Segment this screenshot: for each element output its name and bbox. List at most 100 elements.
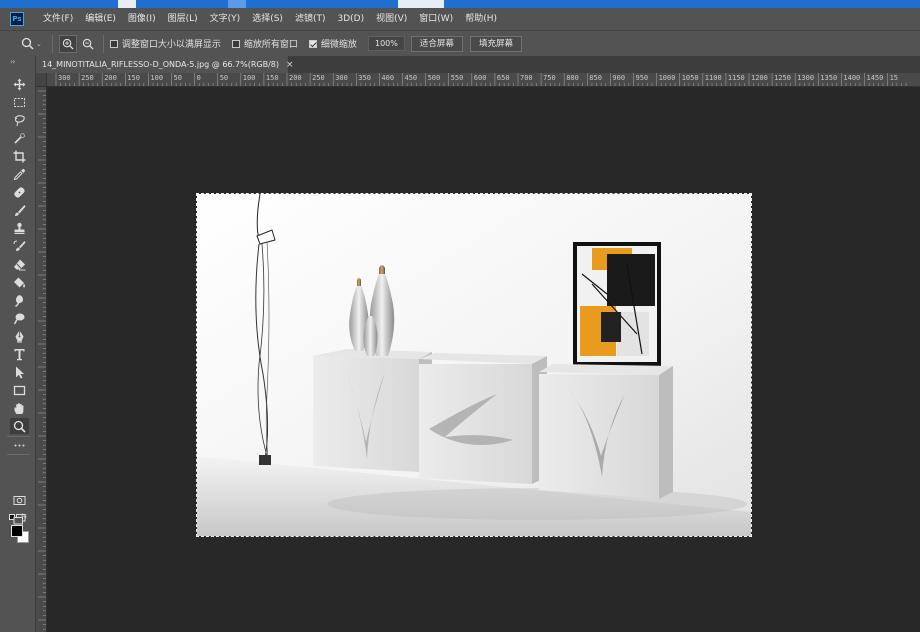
ruler-label: 1250	[774, 74, 791, 82]
fill-screen-button[interactable]: 填充屏幕	[469, 35, 522, 52]
ruler-label: 50	[173, 74, 182, 82]
resize-windows-checkbox[interactable]: 调整窗口大小以满屏显示	[109, 37, 221, 50]
foreground-color-swatch[interactable]	[11, 525, 23, 537]
fit-screen-button[interactable]: 适合屏幕	[410, 35, 463, 52]
zoom-icon[interactable]	[10, 418, 29, 434]
close-icon[interactable]: ×	[286, 60, 294, 70]
ruler-label: 1050	[681, 74, 699, 82]
crop-icon[interactable]	[10, 148, 29, 164]
ruler-label: 400	[381, 74, 395, 82]
zoom-tool-preset-icon[interactable]	[18, 35, 36, 53]
pen-icon[interactable]	[10, 328, 29, 344]
document-tab[interactable]: 14_MINOTITALIA_RIFLESSO-D_ONDA-5.jpg @ 6…	[36, 56, 294, 73]
ruler-label: 100	[242, 74, 256, 82]
brush-icon[interactable]	[10, 202, 29, 218]
taskbar-window-tab[interactable]	[398, 0, 444, 8]
desktop-taskbar-strip	[0, 0, 920, 8]
tools-panel: ›› ⇆	[0, 56, 36, 632]
panel-collapse-icon[interactable]: ››	[10, 57, 16, 66]
rectangle-icon[interactable]	[10, 382, 29, 398]
ruler-label: 1350	[820, 74, 838, 82]
path-select-icon[interactable]	[10, 364, 29, 380]
ruler-label: 850	[589, 74, 602, 82]
zoom-in-icon[interactable]	[58, 34, 77, 53]
menu-window[interactable]: 窗口(W)	[413, 8, 459, 30]
taskbar-window-tab[interactable]	[228, 0, 246, 8]
hand-icon[interactable]	[10, 400, 29, 416]
healing-brush-icon[interactable]	[10, 184, 29, 200]
ruler-label: 950	[635, 74, 649, 82]
tool-options-bar: ⌄ 调整窗口大小以满屏显示 缩放所有窗口 细微缩放 100% 适合屏幕 填充屏幕	[0, 30, 920, 56]
ruler-label: 500	[427, 74, 441, 82]
quick-select-icon[interactable]	[10, 130, 29, 146]
marquee-icon[interactable]	[10, 94, 29, 110]
menu-layer[interactable]: 图层(L)	[162, 8, 204, 30]
ruler-label: 1200	[751, 74, 768, 82]
ruler-label: 550	[450, 74, 464, 82]
menu-help[interactable]: 帮助(H)	[459, 8, 503, 30]
eyedropper-icon[interactable]	[10, 166, 29, 182]
ruler-label: 300	[58, 74, 71, 82]
ruler-label: 15	[889, 74, 899, 82]
ruler-origin[interactable]	[36, 73, 47, 87]
ruler-label: 1450	[866, 74, 884, 82]
ruler-label: 200	[104, 74, 117, 82]
menu-3d[interactable]: 3D(D)	[331, 8, 370, 30]
ruler-label: 150	[265, 74, 279, 82]
ruler-label: 450	[404, 74, 418, 82]
paint-bucket-icon[interactable]	[10, 274, 29, 290]
ruler-label: 1400	[843, 74, 861, 82]
ruler-label: 700	[520, 74, 533, 82]
horizontal-ruler[interactable]: 300 250 200 150 100 50 0 50 100 150 200 250 300 350 40…	[47, 73, 920, 87]
checkbox-box[interactable]	[231, 39, 240, 48]
dodge-icon[interactable]	[10, 310, 29, 326]
options-divider	[102, 34, 104, 53]
document-image[interactable]	[197, 194, 751, 536]
ruler-label: 50	[219, 74, 229, 82]
menu-select[interactable]: 选择(S)	[246, 8, 289, 30]
resize-windows-label: 调整窗口大小以满屏显示	[121, 40, 221, 50]
photoshop-logo: Ps	[10, 12, 24, 26]
history-brush-icon[interactable]	[10, 238, 29, 254]
menu-bar: Ps 文件(F) 编辑(E) 图像(I) 图层(L) 文字(Y) 选择(S) 滤…	[0, 8, 920, 30]
tools-divider	[7, 454, 30, 455]
type-icon[interactable]	[10, 346, 29, 362]
menu-file[interactable]: 文件(F)	[37, 8, 79, 30]
vertical-ruler[interactable]	[36, 87, 47, 632]
scrubby-zoom-checkbox[interactable]: 细微缩放	[308, 37, 357, 50]
document-tab-bar: 14_MINOTITALIA_RIFLESSO-D_ONDA-5.jpg @ 6…	[36, 56, 920, 73]
checkbox-box[interactable]	[109, 39, 118, 48]
chevron-down-icon[interactable]: ⌄	[36, 40, 42, 48]
zoom-all-windows-label: 缩放所有窗口	[243, 40, 298, 50]
menu-image[interactable]: 图像(I)	[122, 8, 162, 30]
options-divider	[51, 34, 53, 53]
ruler-label: 250	[81, 74, 94, 82]
menu-view[interactable]: 视图(V)	[370, 8, 413, 30]
eraser-icon[interactable]	[10, 256, 29, 272]
ruler-label: 350	[358, 74, 371, 82]
checkbox-box-checked[interactable]	[308, 39, 317, 48]
taskbar-window-tab[interactable]	[118, 0, 136, 8]
quick-mask-icon[interactable]	[10, 492, 29, 508]
menu-filter[interactable]: 滤镜(T)	[289, 8, 332, 30]
ruler-label: 300	[335, 74, 348, 82]
zoom-all-windows-checkbox[interactable]: 缩放所有窗口	[231, 37, 298, 50]
ruler-label: 1000	[658, 74, 676, 82]
canvas-area[interactable]	[47, 87, 920, 632]
ruler-label: 650	[496, 74, 510, 82]
move-icon[interactable]	[10, 76, 29, 92]
menu-type[interactable]: 文字(Y)	[204, 8, 247, 30]
lasso-icon[interactable]	[10, 112, 29, 128]
clone-stamp-icon[interactable]	[10, 220, 29, 236]
ruler-label: 100	[150, 74, 164, 82]
ruler-ticks	[38, 90, 46, 630]
zoom-out-icon[interactable]	[79, 35, 97, 53]
zoom-percent-field[interactable]: 100%	[367, 36, 405, 51]
blur-icon[interactable]	[10, 292, 29, 308]
ruler-label: 200	[289, 74, 302, 82]
scrubby-zoom-label: 细微缩放	[320, 40, 357, 50]
ruler-label: 1150	[727, 74, 745, 82]
menu-edit[interactable]: 编辑(E)	[79, 8, 122, 30]
ruler-label: 800	[566, 74, 579, 82]
more-tools-icon[interactable]	[10, 437, 29, 453]
